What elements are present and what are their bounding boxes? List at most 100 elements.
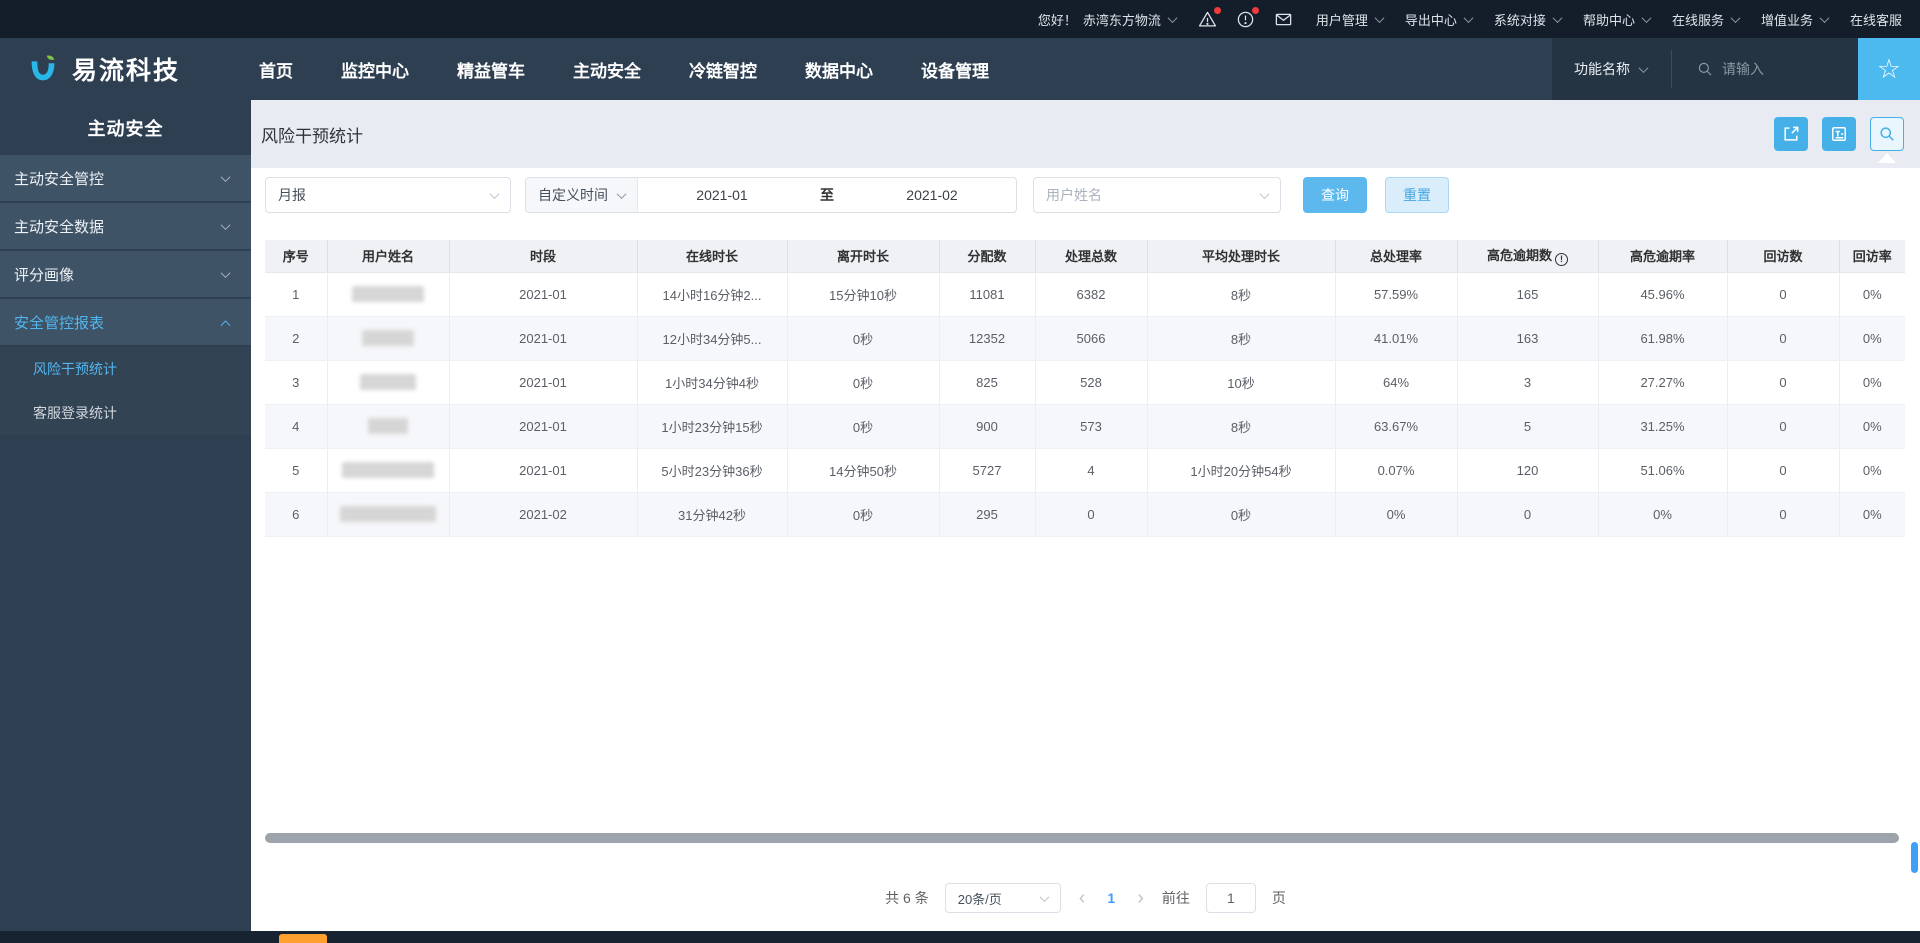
- cell-平均处理时长: 10秒: [1147, 360, 1336, 405]
- cell-高危逾期率: 0%: [1598, 492, 1728, 537]
- cell-序号: 6: [265, 492, 328, 537]
- account-dropdown[interactable]: 您好！ 赤湾东方物流: [1038, 10, 1178, 29]
- cell-高危逾期率: 61.98%: [1598, 316, 1728, 361]
- nav-item-数据中心[interactable]: 数据中心: [805, 57, 873, 82]
- redacted-blur: [340, 506, 436, 523]
- reset-button[interactable]: 重置: [1385, 177, 1449, 213]
- redacted-blur: [360, 374, 416, 391]
- nav-item-主动安全[interactable]: 主动安全: [573, 57, 641, 82]
- user-name-redacted: [327, 316, 450, 361]
- cell-在线时长: 1小时23分钟15秒: [637, 404, 788, 449]
- sidebar-group-安全管控报表[interactable]: 安全管控报表: [0, 299, 251, 345]
- cell-分配数: 5727: [939, 448, 1036, 493]
- search-input[interactable]: 请输入: [1722, 59, 1764, 79]
- redacted-blur: [352, 286, 424, 303]
- mail-icon[interactable]: [1274, 9, 1294, 29]
- table-row: 1 2021-01 14小时16分钟2... 15分钟10秒 11081 6382 8秒 57…: [265, 272, 1905, 317]
- nav-item-冷链智控[interactable]: 冷链智控: [689, 57, 757, 82]
- cell-分配数: 12352: [939, 316, 1036, 361]
- company-name: 赤湾东方物流: [1082, 12, 1161, 28]
- column-header-在线时长: 在线时长: [637, 240, 788, 273]
- cell-离开时长: 14分钟50秒: [787, 448, 940, 493]
- cell-平均处理时长: 0秒: [1147, 492, 1336, 537]
- chevron-down-icon: [489, 188, 500, 199]
- chevron-down-icon: [1167, 12, 1178, 23]
- page-number-1[interactable]: 1: [1103, 890, 1119, 906]
- top-menus: 用户管理 导出中心 系统对接 帮助中心 在线服务 增值业务: [1316, 10, 1830, 29]
- query-button[interactable]: 查询: [1303, 177, 1367, 213]
- search-toggle-button[interactable]: [1870, 117, 1904, 151]
- sidebar: 主动安全 主动安全管控 主动安全数据 评分画像 安全管控报表 风险干预统计 客服登录统计: [0, 100, 251, 943]
- sidebar-group-评分画像[interactable]: 评分画像: [0, 251, 251, 297]
- cell-平均处理时长: 1小时20分钟54秒: [1147, 448, 1336, 493]
- sidebar-group-主动安全管控[interactable]: 主动安全管控: [0, 155, 251, 201]
- cell-高危逾期数: 165: [1457, 272, 1599, 317]
- cell-回访率: 0%: [1839, 492, 1905, 537]
- date-to-input[interactable]: 2021-02: [848, 178, 1016, 212]
- column-header-高危逾期数: 高危逾期数!: [1457, 240, 1599, 273]
- next-page-button[interactable]: ›: [1135, 887, 1146, 910]
- favorites-button[interactable]: ☆: [1858, 38, 1920, 100]
- chevron-down-icon: [1039, 891, 1050, 902]
- sidebar-group-主动安全数据[interactable]: 主动安全数据: [0, 203, 251, 249]
- sidebar-item-风险干预统计[interactable]: 风险干预统计: [0, 347, 251, 391]
- top-menu-在线服务[interactable]: 在线服务: [1672, 10, 1741, 29]
- time-mode-select[interactable]: 自定义时间: [526, 178, 638, 212]
- cell-在线时长: 12小时34分钟5...: [637, 316, 788, 361]
- nav-item-监控中心[interactable]: 监控中心: [341, 57, 409, 82]
- primary-nav: 首页 监控中心 精益管车 主动安全 冷链智控 数据中心 设备管理: [251, 38, 989, 100]
- cell-时段: 2021-01: [449, 272, 638, 317]
- info-icon[interactable]: !: [1555, 253, 1568, 267]
- cell-时段: 2021-01: [449, 404, 638, 449]
- nav-item-设备管理[interactable]: 设备管理: [921, 57, 989, 82]
- cell-在线时长: 1小时34分钟4秒: [637, 360, 788, 405]
- column-header-时段: 时段: [449, 240, 638, 273]
- report-type-select[interactable]: 月报: [265, 177, 511, 213]
- alert-circle-icon[interactable]: [1236, 7, 1259, 29]
- cell-离开时长: 0秒: [787, 492, 940, 537]
- online-service-link[interactable]: 在线客服: [1850, 10, 1902, 29]
- cell-离开时长: 0秒: [787, 316, 940, 361]
- top-menu-系统对接[interactable]: 系统对接: [1494, 10, 1563, 29]
- user-name-select[interactable]: 用户姓名: [1033, 177, 1281, 213]
- nav-item-首页[interactable]: 首页: [259, 57, 293, 82]
- global-search[interactable]: 请输入: [1696, 59, 1836, 79]
- horizontal-scrollbar[interactable]: [265, 833, 1899, 843]
- cell-高危逾期率: 51.06%: [1598, 448, 1728, 493]
- bottom-orange-tab[interactable]: [279, 934, 327, 943]
- vertical-scrollbar-thumb[interactable]: [1911, 842, 1918, 873]
- top-menu-用户管理[interactable]: 用户管理: [1316, 10, 1385, 29]
- report-card: 月报 自定义时间 2021-01 至 2021-02 用户姓名 查询 重置 序号…: [251, 168, 1920, 931]
- report-config-button[interactable]: [1822, 117, 1856, 151]
- chevron-down-icon: [1552, 12, 1563, 23]
- cell-处理总数: 528: [1035, 360, 1148, 405]
- redacted-blur: [342, 462, 434, 479]
- cell-序号: 1: [265, 272, 328, 317]
- cell-时段: 2021-02: [449, 492, 638, 537]
- cell-分配数: 900: [939, 404, 1036, 449]
- warning-triangle-icon[interactable]: [1198, 7, 1221, 29]
- function-name-dropdown[interactable]: 功能名称: [1574, 59, 1649, 79]
- page-header: 风险干预统计: [251, 100, 1920, 168]
- top-menu-帮助中心[interactable]: 帮助中心: [1583, 10, 1652, 29]
- cell-分配数: 825: [939, 360, 1036, 405]
- prev-page-button[interactable]: ‹: [1077, 887, 1088, 910]
- top-menu-导出中心[interactable]: 导出中心: [1405, 10, 1474, 29]
- column-header-高危逾期率: 高危逾期率: [1598, 240, 1728, 273]
- brand[interactable]: 易流科技: [0, 38, 251, 100]
- sidebar-title: 主动安全: [87, 118, 164, 139]
- sidebar-item-客服登录统计[interactable]: 客服登录统计: [0, 391, 251, 435]
- cell-序号: 3: [265, 360, 328, 405]
- goto-label: 前往: [1161, 890, 1190, 906]
- statistics-table: 序号 用户姓名 时段 在线时长 离开时长 分配数 处理总数 平均处理时长 总处理率 高危逾期数! 高…: [265, 240, 1905, 537]
- date-from-input[interactable]: 2021-01: [638, 178, 806, 212]
- nav-item-精益管车[interactable]: 精益管车: [457, 57, 525, 82]
- redacted-blur: [362, 330, 414, 347]
- divider: [1671, 50, 1672, 88]
- page-size-select[interactable]: 20条/页: [944, 883, 1061, 913]
- column-header-处理总数: 处理总数: [1035, 240, 1148, 273]
- top-menu-增值业务[interactable]: 增值业务: [1761, 10, 1830, 29]
- goto-page-input[interactable]: 1: [1205, 883, 1256, 913]
- table-row: 4 2021-01 1小时23分钟15秒 0秒 900 573 8秒 63.67% 5 31.25…: [265, 404, 1905, 449]
- export-button[interactable]: [1774, 117, 1808, 151]
